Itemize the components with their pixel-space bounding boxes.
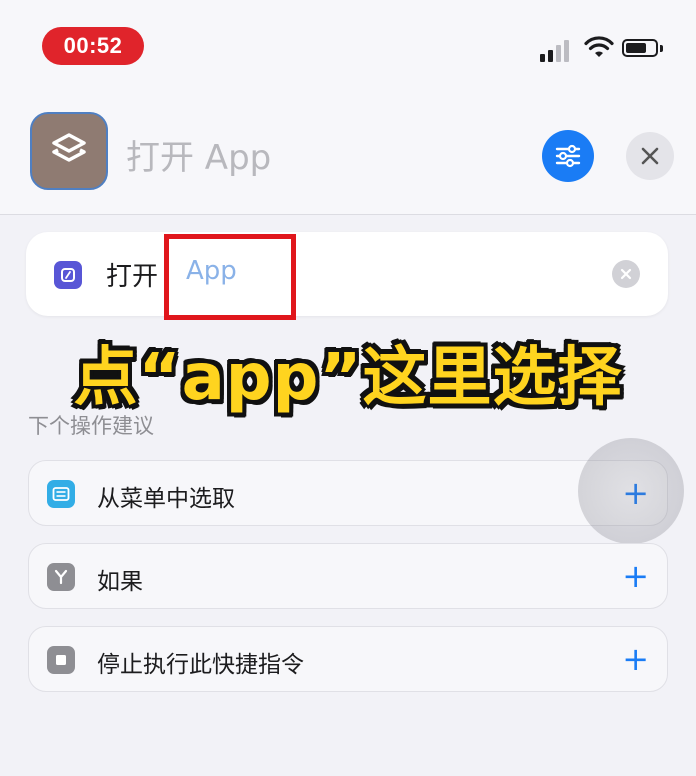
stop-icon bbox=[47, 646, 75, 674]
clear-icon bbox=[620, 268, 632, 280]
suggestion-stop-shortcut[interactable]: 停止执行此快捷指令 + bbox=[28, 626, 668, 692]
settings-button[interactable] bbox=[542, 130, 594, 182]
wifi-icon bbox=[584, 36, 614, 57]
shortcut-title[interactable]: 打开 App bbox=[126, 130, 271, 179]
suggestions-heading: 下个操作建议 bbox=[28, 414, 154, 438]
open-app-action: 打开 App bbox=[26, 232, 668, 316]
suggestion-label: 停止执行此快捷指令 bbox=[97, 652, 304, 678]
highlight-box bbox=[164, 234, 296, 320]
status-time: 00:52 bbox=[63, 33, 123, 58]
status-bar: 00:52 bbox=[0, 0, 696, 100]
suggestion-label: 如果 bbox=[97, 569, 143, 595]
overlay-caption: 点“app”这里选择 bbox=[73, 341, 623, 415]
if-branch-icon bbox=[47, 563, 75, 591]
close-icon bbox=[641, 147, 659, 165]
action-verb: 打开 bbox=[106, 262, 159, 292]
suggestion-choose-from-menu[interactable]: 从菜单中选取 + bbox=[28, 460, 668, 526]
battery-icon bbox=[622, 39, 666, 59]
recording-time-pill[interactable]: 00:52 bbox=[42, 27, 144, 65]
add-suggestion-button[interactable]: + bbox=[622, 639, 649, 679]
suggestion-label: 从菜单中选取 bbox=[97, 486, 235, 512]
shortcuts-layers-icon[interactable] bbox=[30, 112, 108, 190]
menu-list-icon bbox=[47, 480, 75, 508]
signal-icon bbox=[540, 36, 576, 62]
shortcut-header: 打开 App bbox=[0, 100, 696, 215]
clear-button[interactable] bbox=[612, 260, 640, 288]
close-button[interactable] bbox=[626, 132, 674, 180]
app-icon bbox=[54, 261, 82, 289]
add-suggestion-button[interactable]: + bbox=[622, 556, 649, 596]
touch-indicator bbox=[578, 438, 684, 544]
suggestion-if[interactable]: 如果 + bbox=[28, 543, 668, 609]
sliders-icon bbox=[555, 144, 581, 168]
